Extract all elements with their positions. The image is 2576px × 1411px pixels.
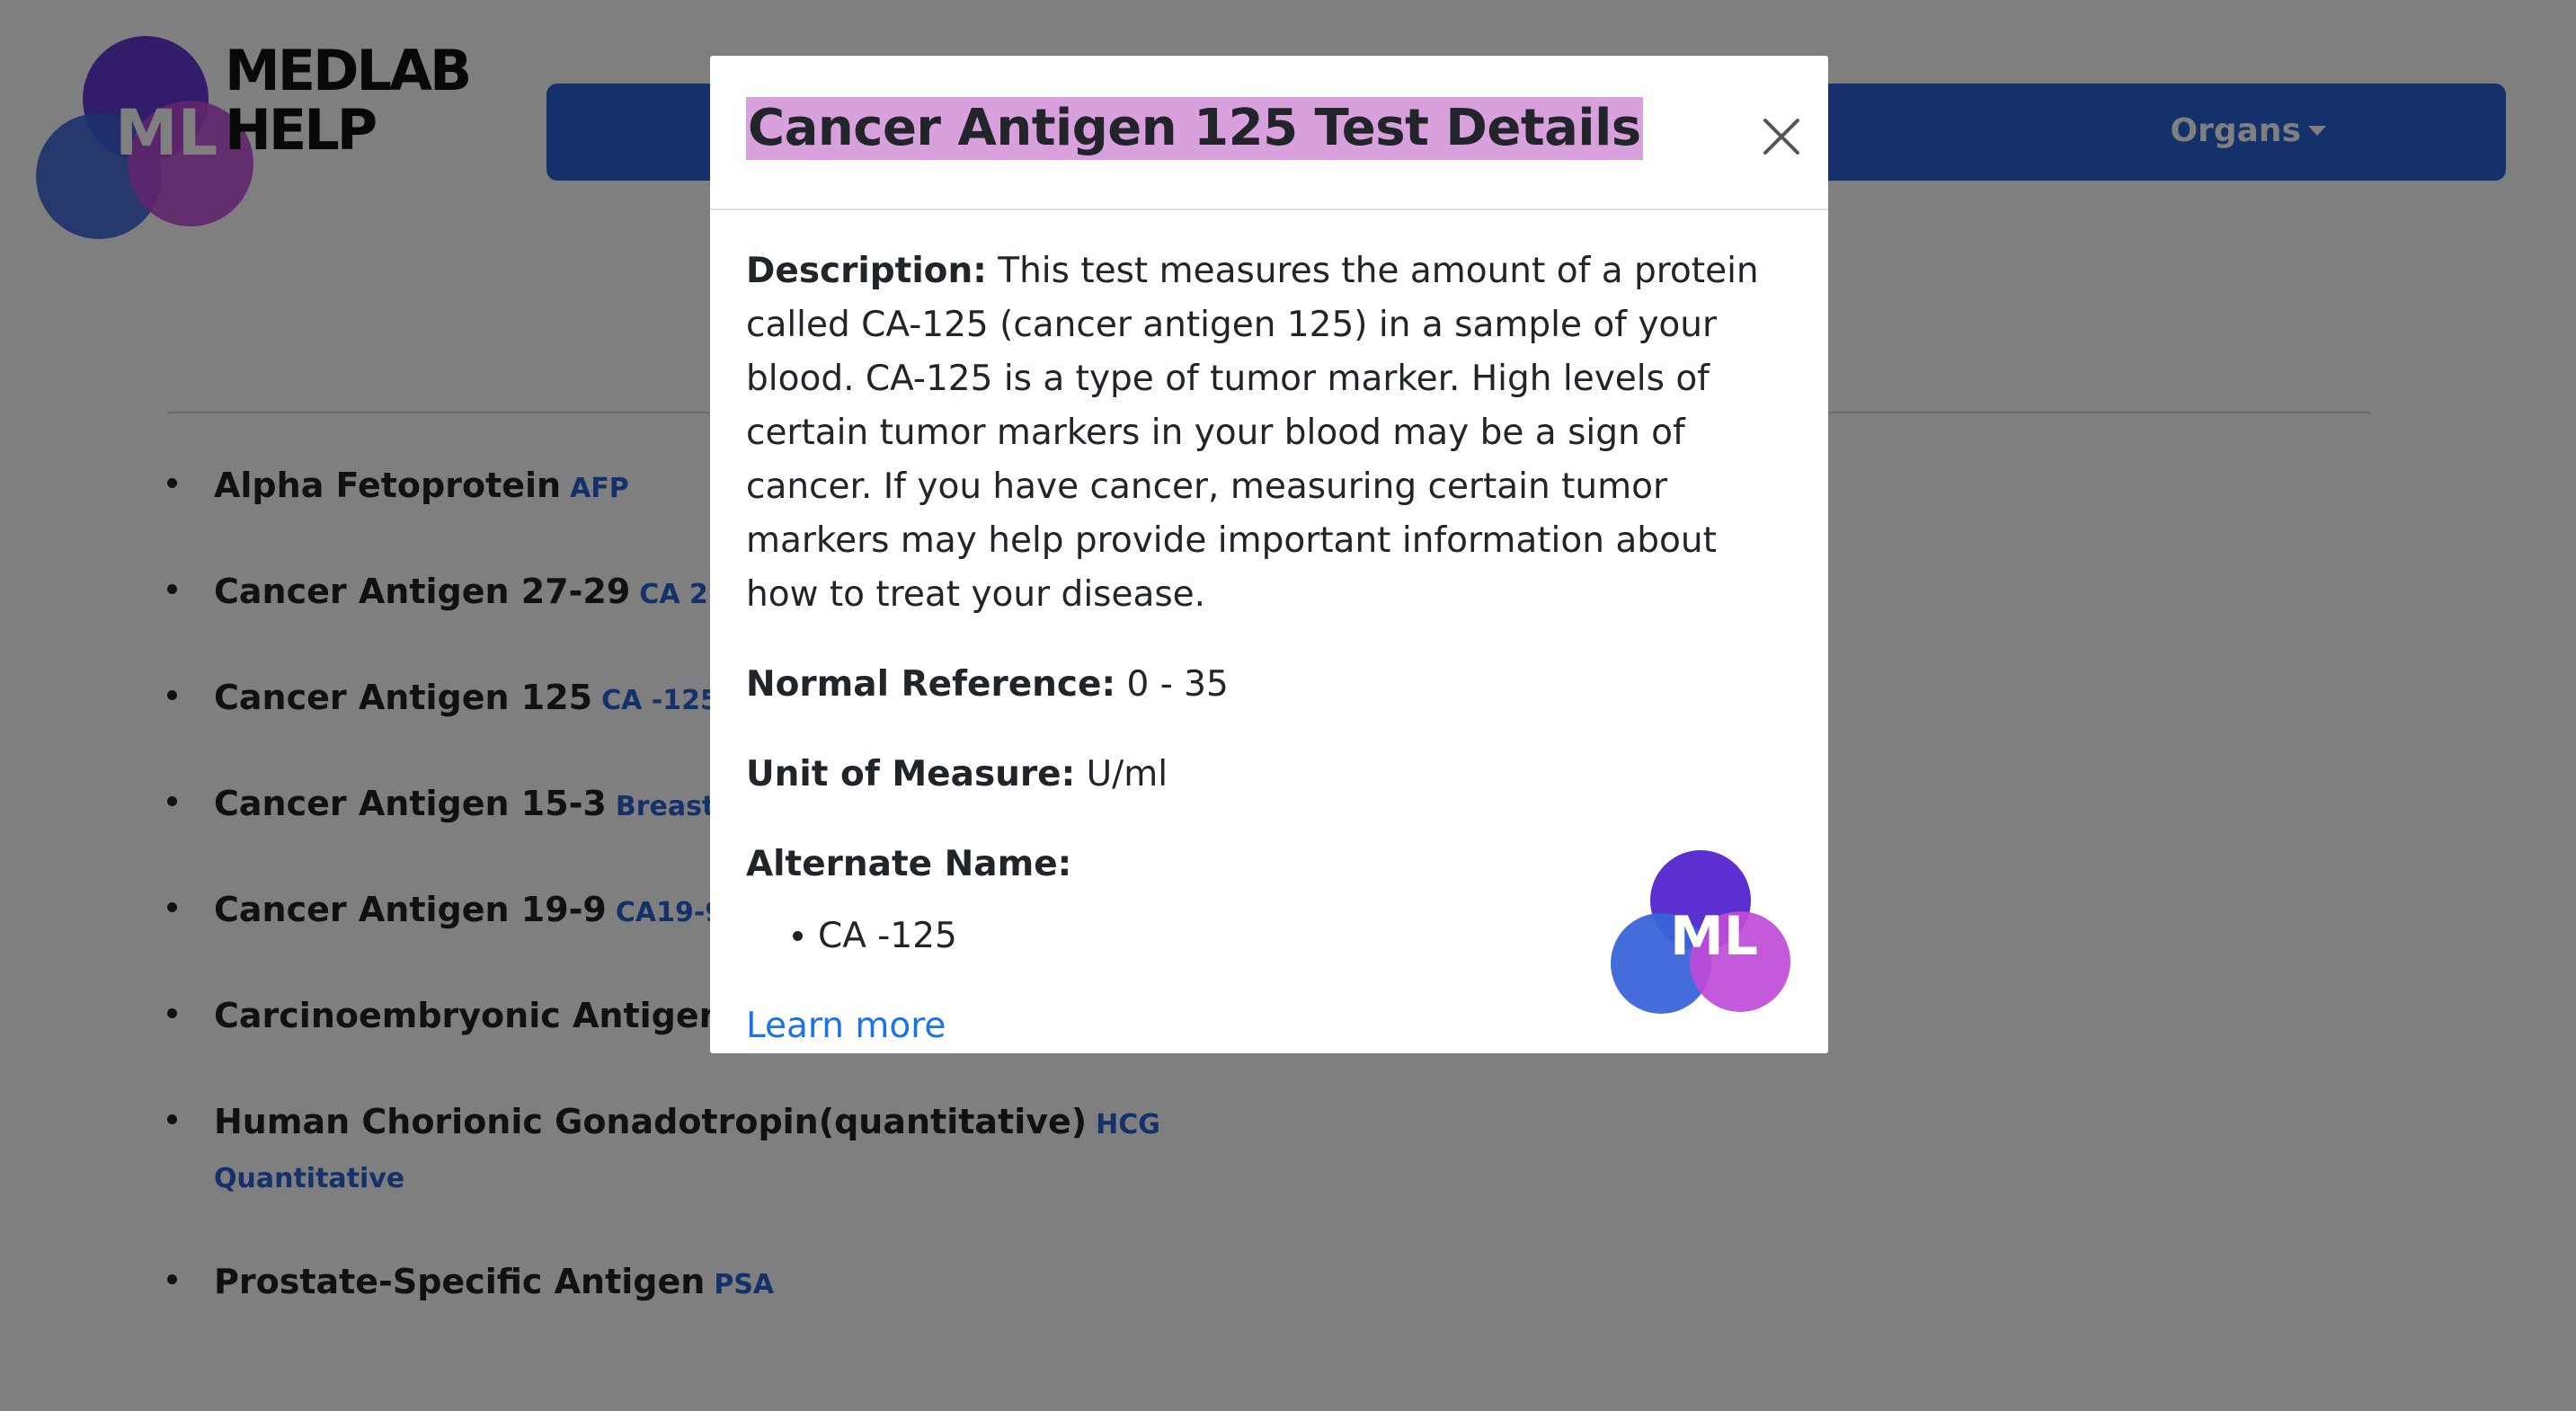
learn-more-link[interactable]: Learn more bbox=[746, 1006, 946, 1046]
close-icon[interactable] bbox=[1753, 108, 1810, 165]
description-text: This test measures the amount of a prote… bbox=[746, 251, 1759, 615]
unit-label: Unit of Measure: bbox=[746, 754, 1076, 794]
modal-header: Cancer Antigen 125 Test Details bbox=[710, 56, 1828, 210]
bullet-icon bbox=[793, 931, 803, 941]
alternate-name-value: CA -125 bbox=[818, 916, 957, 956]
alternate-name-label: Alternate Name: bbox=[746, 844, 1072, 884]
normal-reference: Normal Reference: 0 - 35 bbox=[746, 658, 1798, 712]
unit-value: U/ml bbox=[1075, 754, 1168, 794]
description-label: Description: bbox=[746, 251, 987, 291]
description: Description: This test measures the amou… bbox=[746, 244, 1798, 622]
test-details-modal: Cancer Antigen 125 Test Details Descript… bbox=[710, 56, 1828, 1053]
medlab-logo-icon: ML bbox=[1611, 850, 1790, 1014]
unit-of-measure: Unit of Measure: U/ml bbox=[746, 748, 1798, 802]
normal-reference-value: 0 - 35 bbox=[1115, 664, 1229, 705]
svg-text:ML: ML bbox=[1670, 905, 1758, 968]
normal-reference-label: Normal Reference: bbox=[746, 664, 1116, 705]
modal-title: Cancer Antigen 125 Test Details bbox=[746, 97, 1643, 160]
